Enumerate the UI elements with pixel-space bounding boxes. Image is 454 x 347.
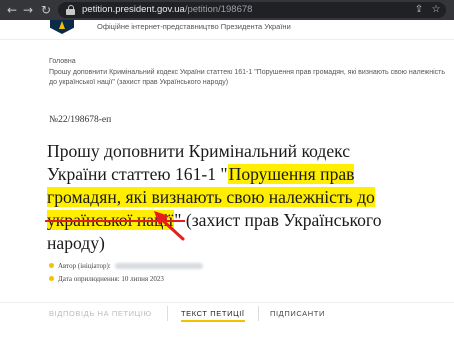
bullet-icon — [49, 263, 54, 268]
browser-toolbar: ← → ↻ petition.president.gov.ua/petition… — [0, 0, 454, 20]
breadcrumb-current: Прошу доповнити Кримінальний кодекс Укра… — [49, 69, 445, 86]
tab-petition-text[interactable]: ТЕКСТ ПЕТИЦІЇ — [181, 309, 245, 322]
url-text[interactable]: petition.president.gov.ua/petition/19867… — [82, 3, 252, 17]
breadcrumb-home-link[interactable]: Головна — [49, 58, 76, 65]
tab-divider — [167, 306, 168, 321]
tab-divider — [258, 306, 259, 321]
bullet-icon — [49, 276, 54, 281]
back-icon[interactable]: ← — [4, 2, 20, 18]
published-row: Дата оприлюднення: 10 липня 2023 — [49, 275, 164, 283]
published-date: Дата оприлюднення: 10 липня 2023 — [58, 275, 164, 283]
forward-icon[interactable]: → — [20, 2, 36, 18]
share-icon[interactable]: ⇪ — [412, 3, 426, 17]
site-tagline: Офіційне інтернет-представництво Президе… — [97, 22, 291, 31]
bookmark-star-icon[interactable]: ☆ — [429, 3, 443, 17]
tab-signers[interactable]: ПІДПИСАНТИ — [270, 309, 325, 318]
reload-icon[interactable]: ↻ — [38, 2, 54, 18]
petition-number: №22/198678-еп — [49, 115, 112, 125]
tabs-separator — [0, 302, 454, 303]
address-bar[interactable]: petition.president.gov.ua/petition/19867… — [58, 2, 446, 18]
petition-title: Прошу доповнити Кримінальний кодекс Укра… — [47, 140, 397, 255]
url-path: /petition/198678 — [184, 4, 253, 15]
author-name-redacted — [114, 263, 203, 269]
tab-answer: ВІДПОВІДЬ НА ПЕТИЦІЮ — [49, 309, 152, 318]
url-domain: petition.president.gov.ua — [82, 4, 185, 15]
author-label: Автор (ініціатор): — [58, 262, 111, 270]
lock-icon[interactable] — [66, 5, 75, 15]
author-row: Автор (ініціатор): — [49, 262, 203, 270]
annotation-arrow-icon — [154, 211, 185, 241]
